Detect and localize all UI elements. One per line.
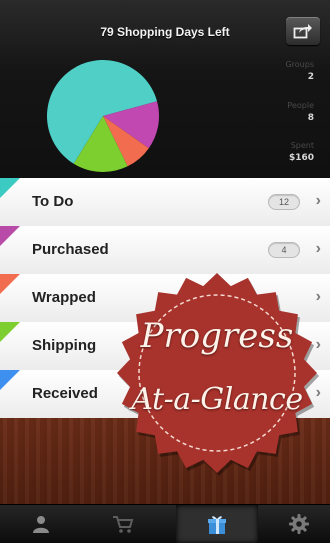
spent-stat: Spent $160 <box>289 141 314 163</box>
tab-people[interactable] <box>0 505 82 543</box>
progress-pie-chart <box>47 60 159 172</box>
spent-value: $160 <box>288 153 314 163</box>
groups-stat: Groups 2 <box>285 60 314 82</box>
people-value: 8 <box>307 113 314 123</box>
people-label: People <box>287 101 314 110</box>
share-icon <box>293 24 312 39</box>
status-color-marker <box>0 178 20 218</box>
cart-icon <box>113 516 134 533</box>
page-title: 79 Shopping Days Left <box>100 25 230 39</box>
list-item-label: Wrapped <box>32 289 96 306</box>
count-badge: 12 <box>268 194 300 210</box>
badge-line-2: At-a-Glance <box>131 382 303 417</box>
progress-at-a-glance-badge: Progress At-a-Glance <box>112 268 322 478</box>
count-badge: 4 <box>268 242 300 258</box>
status-color-marker <box>0 370 20 410</box>
list-item-label: Purchased <box>32 241 109 258</box>
status-color-marker <box>0 226 20 266</box>
gift-icon <box>208 516 226 534</box>
list-item-to-do[interactable]: To Do 12 › <box>0 178 330 227</box>
gear-icon <box>289 514 309 534</box>
status-color-marker <box>0 274 20 314</box>
list-item-label: Shipping <box>32 337 97 354</box>
tab-cart[interactable] <box>82 505 164 543</box>
tab-settings[interactable] <box>258 505 330 543</box>
spent-label: Spent <box>290 141 314 150</box>
list-item-label: Received <box>32 385 98 402</box>
chevron-right-icon: › <box>315 192 321 209</box>
seal-badge-shape <box>117 273 319 476</box>
people-stat: People 8 <box>287 101 314 123</box>
list-item-label: To Do <box>32 193 74 210</box>
header: 79 Shopping Days Left Groups 2 People 8 … <box>0 0 330 178</box>
chevron-right-icon: › <box>315 240 321 257</box>
person-icon <box>33 516 49 533</box>
groups-label: Groups <box>285 60 314 69</box>
tab-bar <box>0 504 330 543</box>
badge-line-1: Progress <box>140 316 294 356</box>
share-button[interactable] <box>286 17 320 45</box>
groups-value: 2 <box>307 72 314 82</box>
tab-gifts[interactable] <box>176 505 258 543</box>
status-color-marker <box>0 322 20 362</box>
